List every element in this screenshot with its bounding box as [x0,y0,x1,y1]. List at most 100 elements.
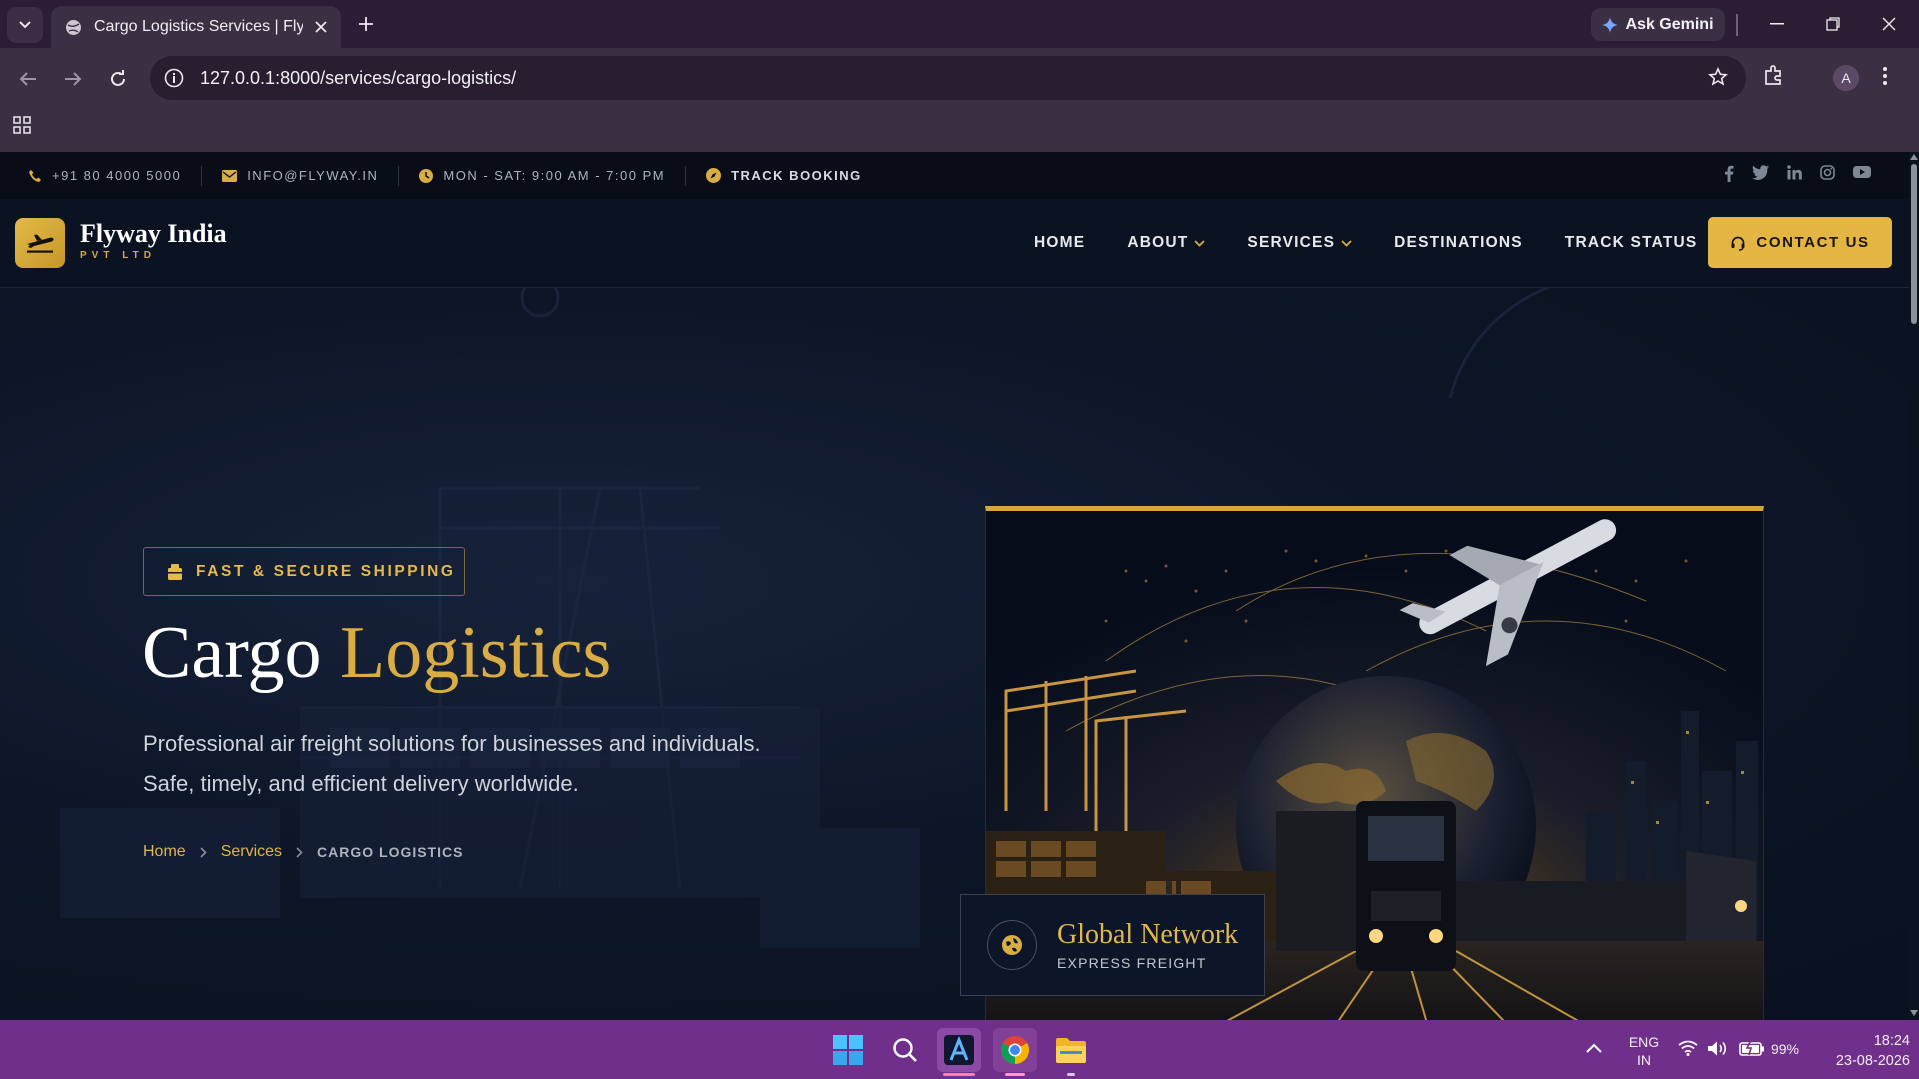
card-subtitle: EXPRESS FREIGHT [1057,955,1207,971]
nav-destinations[interactable]: DESTINATIONS [1394,234,1523,252]
contact-us-label: CONTACT US [1756,234,1870,251]
page-scrollbar[interactable] [1909,152,1919,1020]
more-menu-icon[interactable] [1882,66,1888,86]
logo[interactable] [15,218,65,268]
chrome-icon [1001,1036,1029,1064]
minimize-button[interactable] [1762,10,1792,38]
browser-tab-bar: Cargo Logistics Services | Flyway Ask Ge… [0,0,1919,48]
tab-search-button[interactable] [7,7,43,43]
brand-tagline: PVT LTD [80,250,156,261]
contact-us-button[interactable]: CONTACT US [1708,217,1892,268]
arrow-right-icon [65,72,82,86]
shipping-badge-text: FAST & SECURE SHIPPING [196,562,456,580]
globe-icon [66,19,81,35]
divider [1736,14,1738,36]
topbar-phone-text: +91 80 4000 5000 [52,168,182,183]
box-icon [168,563,182,580]
facebook-icon[interactable] [1724,165,1734,182]
chevron-up-icon[interactable] [1586,1043,1602,1053]
chevron-right-icon [296,846,303,858]
close-window-button[interactable] [1874,10,1904,38]
address-bar[interactable]: 127.0.0.1:8000/services/cargo-logistics/ [150,56,1746,100]
page-title: Cargo Logistics [142,608,611,698]
apps-grid-icon[interactable] [13,116,31,134]
browser-toolbar: 127.0.0.1:8000/services/cargo-logistics/… [0,48,1919,152]
breadcrumb-services[interactable]: Services [221,843,282,861]
new-tab-button[interactable] [352,10,380,38]
clock-icon [419,168,434,183]
nav-track-status[interactable]: TRACK STATUS [1565,234,1698,252]
nav-about[interactable]: ABOUT [1127,234,1206,252]
scroll-up-arrow-icon [1910,154,1918,160]
topbar-email-text: INFO@FLYWAY.IN [247,168,379,183]
global-network-card: Global Network EXPRESS FREIGHT [960,894,1265,996]
app-a-icon [944,1035,974,1065]
minimize-icon [1770,23,1784,25]
hero-description: Professional air freight solutions for b… [143,724,843,804]
browser-tab[interactable]: Cargo Logistics Services | Flyway [51,6,341,48]
brand-name[interactable]: Flyway India [80,219,227,249]
card-title: Global Network [1057,919,1239,950]
topbar-email[interactable]: INFO@FLYWAY.IN [222,168,398,183]
clock[interactable]: 18:24 23-08-2026 [1810,1031,1910,1071]
site-info-icon[interactable] [164,68,184,88]
breadcrumb-home[interactable]: Home [143,843,186,861]
extensions-puzzle-icon[interactable] [1763,64,1785,86]
nav-home-label: HOME [1034,234,1086,251]
twitter-icon[interactable] [1752,165,1769,180]
close-icon [1882,17,1896,31]
windows-taskbar: ENG IN 99% 18:24 23-08-2026 [0,1020,1919,1079]
folder-icon [1056,1038,1086,1063]
ask-gemini-button[interactable]: Ask Gemini [1591,8,1725,41]
close-icon[interactable] [315,21,327,33]
battery-charging-icon[interactable] [1739,1040,1765,1056]
running-indicator [1067,1073,1075,1076]
restore-icon [1826,17,1840,31]
plus-icon [359,17,373,31]
nav-services[interactable]: SERVICES [1247,234,1352,252]
back-button[interactable] [11,62,45,96]
clock-date: 23-08-2026 [1835,1053,1910,1069]
divider [685,165,687,186]
nav-destinations-label: DESTINATIONS [1394,234,1523,251]
social-links [1724,165,1871,182]
compass-icon [706,168,722,183]
reload-button[interactable] [101,62,135,96]
taskbar-file-explorer[interactable] [1049,1028,1093,1076]
language-line-2: IN [1637,1052,1651,1068]
chevron-down-icon [1341,239,1352,247]
ask-gemini-label: Ask Gemini [1625,15,1714,33]
youtube-icon[interactable] [1853,165,1871,179]
divider [201,165,203,186]
linkedin-icon[interactable] [1787,165,1802,180]
restore-button[interactable] [1818,10,1848,38]
arrow-left-icon [19,72,36,86]
page-title-part-1: Cargo [142,612,322,694]
bookmark-star-icon[interactable] [1708,67,1728,87]
card-icon-wrap [987,920,1037,970]
nav-services-label: SERVICES [1247,234,1336,251]
hero-description-line-1: Professional air freight solutions for b… [143,731,761,756]
hero-section: FAST & SECURE SHIPPING Cargo Logistics P… [0,288,1909,1020]
taskbar-chrome[interactable] [993,1028,1037,1076]
active-indicator [1005,1073,1025,1076]
topbar-phone[interactable]: +91 80 4000 5000 [28,168,201,183]
contact-topbar: +91 80 4000 5000 INFO@FLYWAY.IN MON - SA… [0,152,1909,199]
volume-icon[interactable] [1707,1040,1729,1057]
clock-time: 18:24 [1873,1033,1910,1049]
wifi-icon[interactable] [1678,1040,1698,1056]
profile-avatar[interactable]: A [1833,65,1859,91]
nav-home[interactable]: HOME [1034,234,1085,252]
globe-icon [1002,935,1022,955]
breadcrumb-current: CARGO LOGISTICS [317,844,464,860]
scrollbar-thumb[interactable] [1911,164,1917,324]
taskbar-app-a[interactable] [937,1028,981,1076]
track-booking-link[interactable]: TRACK BOOKING [706,168,882,183]
language-indicator[interactable]: ENG IN [1628,1033,1660,1069]
headset-icon [1731,236,1745,251]
forward-button[interactable] [56,62,90,96]
start-button[interactable] [826,1028,870,1072]
breadcrumb: Home Services CARGO LOGISTICS [143,843,464,861]
search-button[interactable] [883,1028,927,1072]
instagram-icon[interactable] [1820,165,1835,180]
